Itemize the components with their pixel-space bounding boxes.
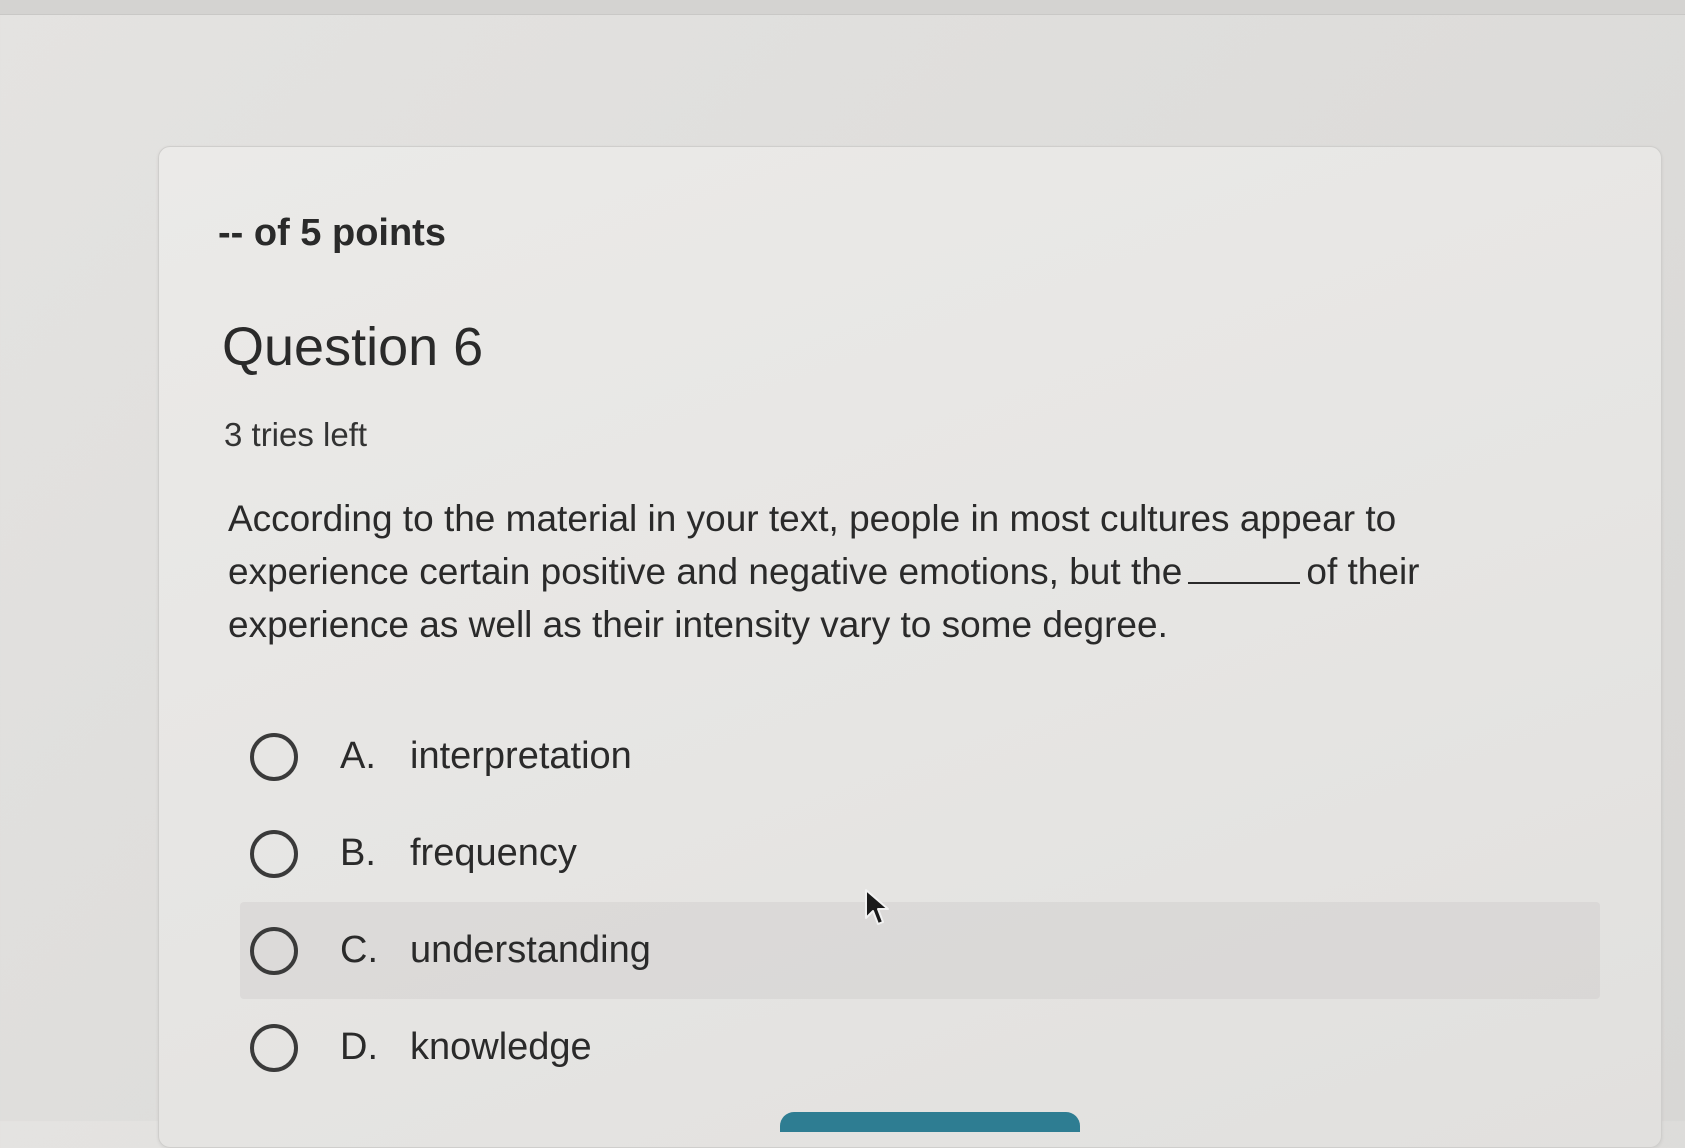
screen-top-edge xyxy=(0,0,1685,15)
option-b[interactable]: B. frequency xyxy=(250,805,1600,902)
option-label[interactable]: knowledge xyxy=(410,1026,592,1069)
tries-left-label: 3 tries left xyxy=(224,416,368,453)
option-a[interactable]: A. interpretation xyxy=(250,708,1600,805)
option-c[interactable]: C. understanding xyxy=(240,902,1600,999)
option-letter: B. xyxy=(340,832,376,874)
radio-circle-icon[interactable] xyxy=(250,732,298,781)
question-text: According to the material in your text, … xyxy=(228,492,1558,651)
radio-circle-icon[interactable] xyxy=(250,926,298,975)
option-label[interactable]: interpretation xyxy=(410,735,632,778)
option-letter: A. xyxy=(340,735,376,777)
radio-circle-icon[interactable] xyxy=(250,829,298,878)
points-label: -- of 5 points xyxy=(218,212,446,254)
option-letter: C. xyxy=(340,929,378,971)
option-label[interactable]: understanding xyxy=(410,929,651,972)
option-label[interactable]: frequency xyxy=(410,832,577,875)
mouse-pointer-icon xyxy=(865,889,889,925)
answer-options: A. interpretation B. frequency C. unders… xyxy=(240,708,1600,1096)
radio-circle-icon[interactable] xyxy=(250,1023,298,1072)
answer-blank xyxy=(1188,552,1301,584)
question-title: Question 6 xyxy=(222,317,484,377)
submit-button[interactable] xyxy=(780,1112,1080,1132)
option-d[interactable]: D. knowledge xyxy=(250,999,1600,1096)
option-letter: D. xyxy=(340,1026,378,1068)
